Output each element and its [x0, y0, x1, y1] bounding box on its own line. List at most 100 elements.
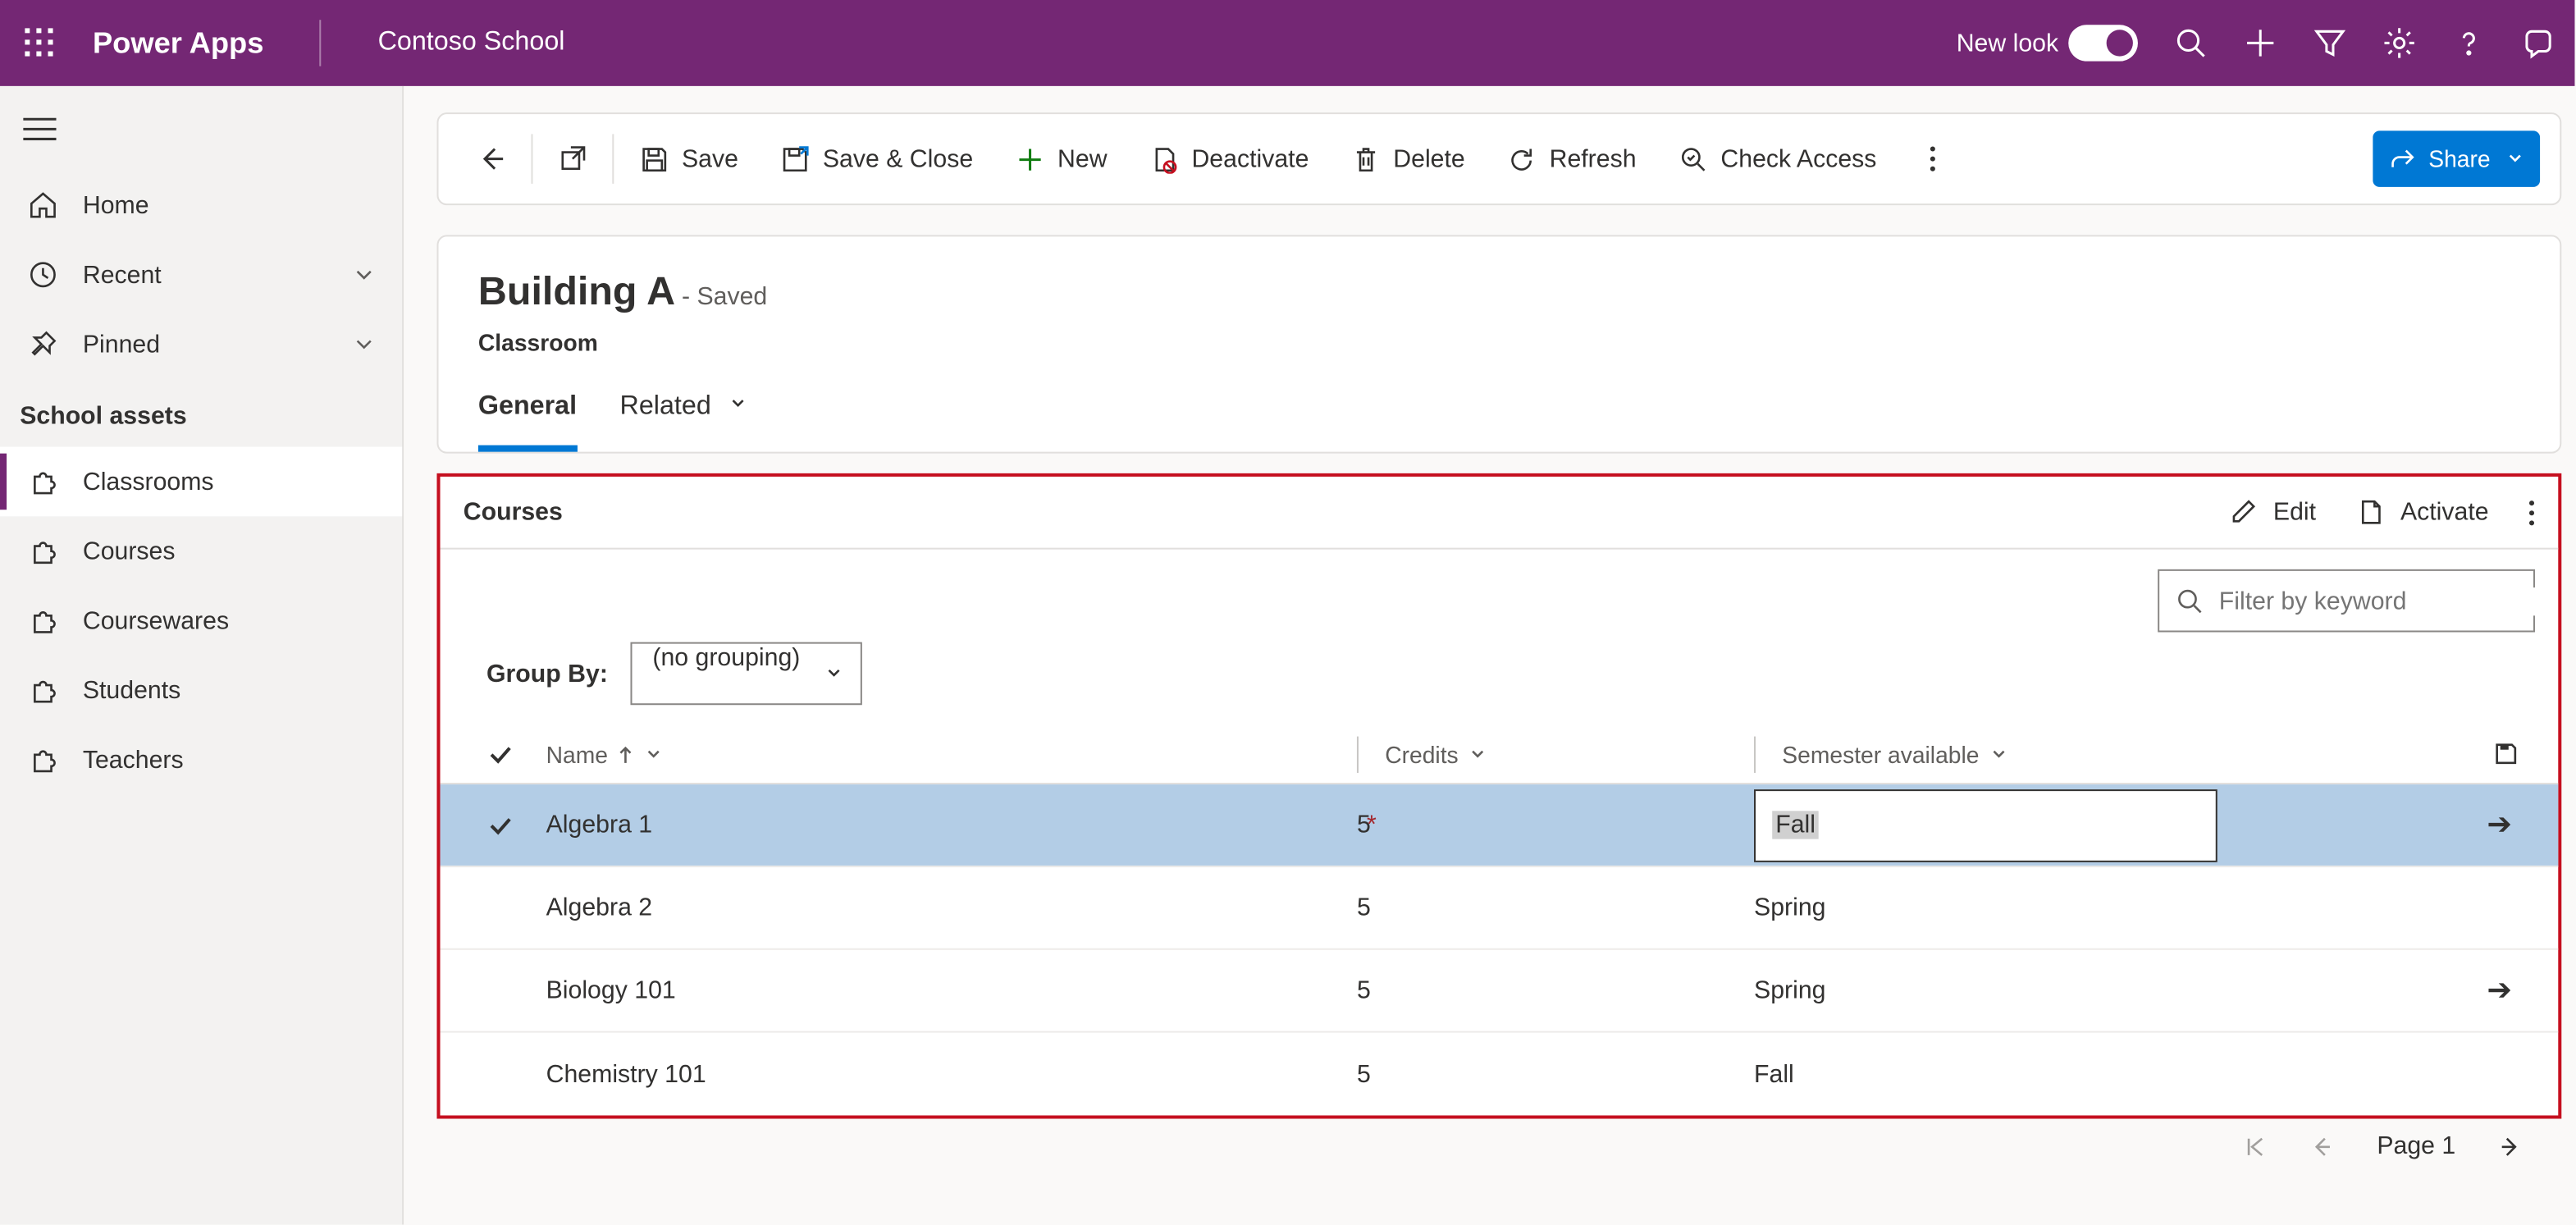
nav-teachers[interactable]: Teachers: [0, 724, 402, 794]
save-button[interactable]: Save: [620, 127, 758, 190]
toggle-switch[interactable]: [2068, 25, 2138, 61]
check-access-button[interactable]: Check Access: [1660, 127, 1897, 190]
nav-students[interactable]: Students: [0, 656, 402, 725]
table-header: Name Credits Semester available: [441, 724, 2559, 784]
add-icon[interactable]: [2244, 26, 2277, 59]
overflow-button[interactable]: [1900, 127, 1966, 190]
refresh-label: Refresh: [1550, 144, 1637, 172]
subgrid-activate-button[interactable]: Activate: [2355, 498, 2488, 526]
prev-page-icon[interactable]: [2311, 1135, 2334, 1158]
refresh-button[interactable]: Refresh: [1488, 127, 1656, 190]
share-icon: [2389, 145, 2415, 171]
table-row[interactable]: Algebra 2 5 Spring: [441, 867, 2559, 950]
main-content: Save Save & Close New Deactivate Delete: [404, 86, 2574, 1225]
table-row[interactable]: Chemistry 101 5 Fall: [441, 1033, 2559, 1116]
divider: [612, 134, 614, 184]
back-button[interactable]: [459, 127, 525, 190]
chevron-down-icon: [824, 664, 843, 683]
table-row[interactable]: Biology 101 5 Spring ➔: [441, 950, 2559, 1033]
overflow-icon[interactable]: [2528, 499, 2535, 525]
filter-input[interactable]: [2158, 569, 2535, 633]
new-look-label: New look: [1957, 29, 2058, 57]
nav-item-label: Coursewares: [83, 606, 229, 634]
col-header-credits[interactable]: Credits: [1357, 736, 1754, 772]
nav-recent-label: Recent: [83, 261, 162, 289]
nav-home[interactable]: Home: [0, 171, 402, 240]
semester-edit-input[interactable]: Fall: [1754, 788, 2217, 862]
save-icon: [641, 144, 669, 172]
subgrid-edit-button[interactable]: Edit: [2228, 498, 2316, 526]
col-header-name[interactable]: Name: [546, 741, 1357, 767]
groupby-select[interactable]: (no grouping): [631, 642, 861, 706]
open-in-new-button[interactable]: [540, 127, 606, 190]
row-check-icon[interactable]: [486, 811, 513, 838]
chevron-down-icon[interactable]: [1468, 744, 1488, 764]
table-row[interactable]: Algebra 1 * 5 Fall ➔: [441, 784, 2559, 867]
tab-related[interactable]: Related: [620, 392, 749, 452]
page-label: Page 1: [2377, 1132, 2455, 1160]
cell-name: Chemistry 101: [546, 1060, 706, 1088]
open-record-arrow-icon[interactable]: ➔: [2487, 973, 2511, 1008]
chevron-down-icon: [2507, 151, 2523, 167]
puzzle-icon: [26, 675, 59, 705]
col-header-semester[interactable]: Semester available: [1754, 736, 2283, 772]
chevron-down-icon[interactable]: [1989, 744, 2009, 764]
save-label: Save: [682, 144, 738, 172]
hamburger-icon[interactable]: [23, 116, 56, 142]
pager: Page 1: [436, 1118, 2561, 1159]
pencil-icon: [2228, 498, 2256, 526]
nav-classrooms[interactable]: Classrooms: [0, 447, 402, 517]
save-column-icon[interactable]: [2494, 742, 2519, 766]
nav-coursewares[interactable]: Coursewares: [0, 586, 402, 656]
cell-credits: 5: [1357, 894, 1371, 921]
cell-credits: 5: [1357, 976, 1371, 1004]
activate-icon: [2355, 498, 2383, 526]
record-entity: Classroom: [478, 329, 2520, 355]
copilot-icon[interactable]: [2522, 26, 2555, 59]
new-look-toggle[interactable]: New look: [1957, 25, 2138, 61]
refresh-icon: [1508, 144, 1536, 172]
select-all-check[interactable]: [486, 741, 513, 767]
nav-pinned-label: Pinned: [83, 330, 160, 358]
filter-input-field[interactable]: [2219, 587, 2548, 615]
next-page-icon[interactable]: [2499, 1135, 2522, 1158]
settings-icon[interactable]: [2382, 26, 2415, 59]
nav-pinned[interactable]: Pinned: [0, 309, 402, 379]
new-label: New: [1057, 144, 1108, 172]
new-button[interactable]: New: [996, 127, 1126, 190]
record-title: Building A: [478, 270, 675, 314]
chevron-down-icon[interactable]: [644, 744, 664, 764]
divider: [531, 134, 532, 184]
search-icon[interactable]: [2174, 26, 2207, 59]
app-launcher-icon[interactable]: [20, 23, 59, 62]
share-label: Share: [2428, 145, 2490, 171]
chevron-down-icon: [353, 332, 376, 355]
open-record-arrow-icon[interactable]: ➔: [2487, 807, 2511, 842]
share-button[interactable]: Share: [2373, 130, 2540, 187]
nav-item-label: Students: [83, 676, 180, 704]
nav-courses[interactable]: Courses: [0, 516, 402, 586]
puzzle-icon: [26, 745, 59, 775]
filter-icon[interactable]: [2313, 26, 2346, 59]
check-access-icon: [1679, 144, 1707, 172]
chevron-down-icon: [353, 263, 376, 286]
save-close-button[interactable]: Save & Close: [761, 127, 993, 190]
chevron-down-icon: [728, 394, 748, 414]
cell-name: Biology 101: [546, 976, 676, 1004]
command-bar: Save Save & Close New Deactivate Delete: [436, 112, 2561, 205]
nav-item-label: Teachers: [83, 746, 184, 774]
first-page-icon[interactable]: [2245, 1135, 2268, 1158]
groupby-label: Group By:: [486, 660, 608, 688]
divider: [320, 20, 322, 66]
app-title: Power Apps: [93, 25, 263, 60]
left-nav: Home Recent Pinned: [0, 86, 404, 1225]
deactivate-icon: [1150, 144, 1178, 172]
delete-button[interactable]: Delete: [1332, 127, 1485, 190]
tab-general[interactable]: General: [478, 392, 577, 452]
nav-recent[interactable]: Recent: [0, 240, 402, 309]
help-icon[interactable]: [2452, 26, 2485, 59]
home-icon: [26, 190, 59, 220]
deactivate-button[interactable]: Deactivate: [1130, 127, 1329, 190]
search-icon: [2176, 587, 2202, 614]
record-header: Building A - Saved Classroom General Rel…: [436, 235, 2561, 453]
